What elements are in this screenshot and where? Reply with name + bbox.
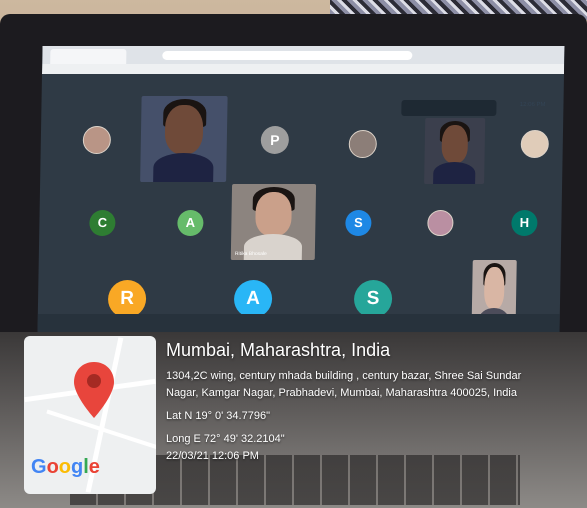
- participant-photo-avatar: [520, 130, 550, 158]
- participant-video: [140, 96, 228, 182]
- participant-video-featured: Ritika Bhosale: [230, 184, 317, 260]
- participant-video: [424, 118, 486, 184]
- browser-tab-strip: [42, 46, 565, 64]
- bookmarks-bar: [42, 64, 565, 74]
- participant-avatar-s: S: [345, 210, 372, 236]
- timestamp-text: 22/03/21 12:06 PM: [166, 450, 259, 462]
- location-title: Mumbai, Maharashtra, India: [166, 340, 391, 360]
- address-line: Nagar, Kamgar Nagar, Prabhadevi, Mumbai,…: [166, 387, 517, 399]
- laptop-screen: 12:06 PM Ritika Bhosale P C A S H R A S: [37, 46, 565, 332]
- participant-avatar-h: H: [511, 210, 538, 236]
- participant-photo-avatar: [427, 210, 454, 236]
- location-pin-icon: [74, 362, 114, 418]
- meeting-clock: 12:06 PM: [519, 102, 546, 108]
- participant-avatar-r: R: [107, 280, 147, 318]
- participant-avatar-c: C: [89, 210, 116, 236]
- google-logo: Google: [31, 456, 100, 478]
- participant-photo-avatar: [348, 130, 378, 158]
- participant-avatar-s-large: S: [353, 280, 393, 318]
- address-bar: [162, 51, 413, 60]
- browser-tab: [50, 49, 127, 64]
- longitude-text: Long E 72° 49' 32.2104": [166, 433, 285, 445]
- meeting-info-bar: [401, 100, 497, 116]
- latitude-text: Lat N 19° 0' 34.7796": [166, 410, 270, 422]
- geotag-info: Mumbai, Maharashtra, India 1304,2C wing,…: [166, 340, 580, 465]
- address-line: 1304,2C wing, century mhada building , c…: [166, 370, 522, 382]
- participant-name: Ritika Bhosale: [234, 251, 267, 257]
- participant-avatar-p: P: [260, 126, 290, 154]
- participant-avatar-a: A: [177, 210, 204, 236]
- participant-avatar-a-large: A: [233, 280, 273, 318]
- map-thumbnail: Google: [24, 336, 156, 494]
- participant-photo-avatar: [82, 126, 112, 154]
- meeting-controls-strip: [37, 314, 560, 332]
